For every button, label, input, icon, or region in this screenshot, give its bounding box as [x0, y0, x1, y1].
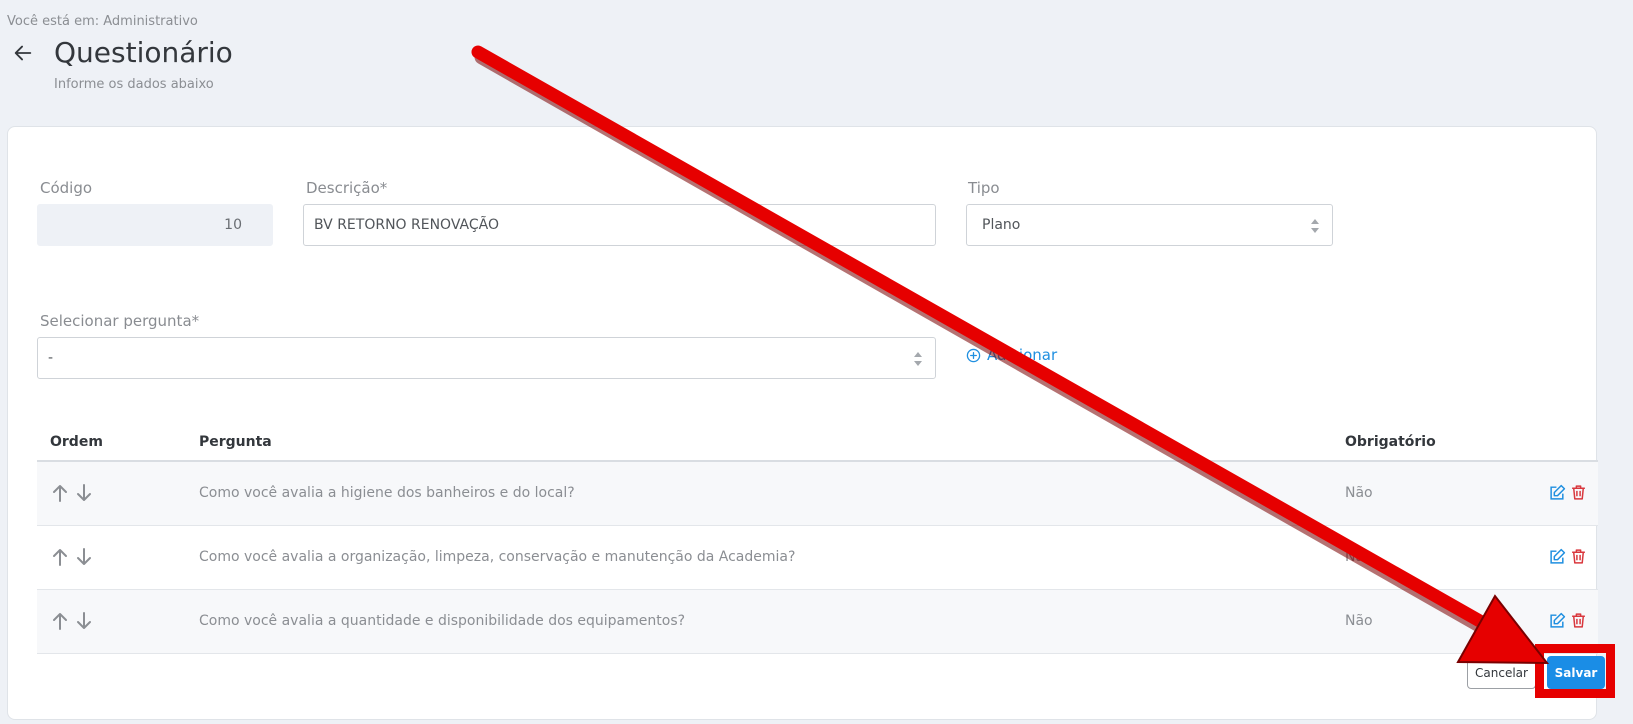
arrow-left-icon[interactable]: [12, 42, 34, 64]
cancel-button[interactable]: Cancelar: [1467, 656, 1536, 689]
descricao-label: Descrição*: [306, 179, 388, 197]
trash-icon[interactable]: [1570, 548, 1587, 565]
row-pergunta: Como você avalia a organização, limpeza,…: [199, 549, 796, 565]
table-row: Como você avalia a quantidade e disponib…: [37, 590, 1598, 654]
tipo-value: Plano: [982, 217, 1021, 233]
row-obrigatorio: Não: [1345, 613, 1373, 629]
arrow-down-icon[interactable]: [75, 547, 93, 567]
questions-table: Ordem Pergunta Obrigatório Como você ava…: [37, 420, 1598, 654]
select-arrows-icon: [1311, 219, 1319, 233]
select-arrows-icon: [914, 352, 922, 366]
codigo-field: 10: [37, 204, 273, 246]
add-question-button[interactable]: Adicionar: [966, 346, 1057, 364]
trash-icon[interactable]: [1570, 612, 1587, 629]
trash-icon[interactable]: [1570, 484, 1587, 501]
tipo-label: Tipo: [968, 179, 1000, 197]
pergunta-label: Selecionar pergunta*: [40, 312, 200, 330]
row-pergunta: Como você avalia a quantidade e disponib…: [199, 613, 686, 629]
arrow-up-icon[interactable]: [51, 483, 69, 503]
arrow-up-icon[interactable]: [51, 547, 69, 567]
arrow-down-icon[interactable]: [75, 611, 93, 631]
breadcrumb: Você está em: Administrativo: [7, 14, 198, 29]
row-obrigatorio: Não: [1345, 549, 1373, 565]
table-row: Como você avalia a organização, limpeza,…: [37, 526, 1598, 590]
header-obrigatorio: Obrigatório: [1345, 434, 1436, 450]
table-header: Ordem Pergunta Obrigatório: [37, 420, 1598, 462]
codigo-label: Código: [40, 179, 93, 197]
row-obrigatorio: Não: [1345, 485, 1373, 501]
edit-icon[interactable]: [1549, 548, 1566, 565]
pergunta-value: -: [48, 350, 54, 366]
page-subtitle: Informe os dados abaixo: [54, 77, 214, 92]
codigo-value: 10: [224, 217, 242, 233]
descricao-value: BV RETORNO RENOVAÇÃO: [314, 217, 499, 233]
plus-circle-icon: [966, 348, 981, 362]
arrow-up-icon[interactable]: [51, 611, 69, 631]
pergunta-select[interactable]: -: [37, 337, 936, 379]
header-pergunta: Pergunta: [199, 434, 272, 450]
row-pergunta: Como você avalia a higiene dos banheiros…: [199, 485, 575, 501]
edit-icon[interactable]: [1549, 484, 1566, 501]
annotation-highlight-box: [1535, 644, 1615, 698]
page-title: Questionário: [54, 36, 233, 69]
tipo-select[interactable]: Plano: [966, 204, 1333, 246]
descricao-input[interactable]: BV RETORNO RENOVAÇÃO: [303, 204, 936, 246]
edit-icon[interactable]: [1549, 612, 1566, 629]
table-row: Como você avalia a higiene dos banheiros…: [37, 462, 1598, 526]
header-ordem: Ordem: [50, 434, 103, 450]
add-question-label: Adicionar: [987, 346, 1058, 364]
arrow-down-icon[interactable]: [75, 483, 93, 503]
